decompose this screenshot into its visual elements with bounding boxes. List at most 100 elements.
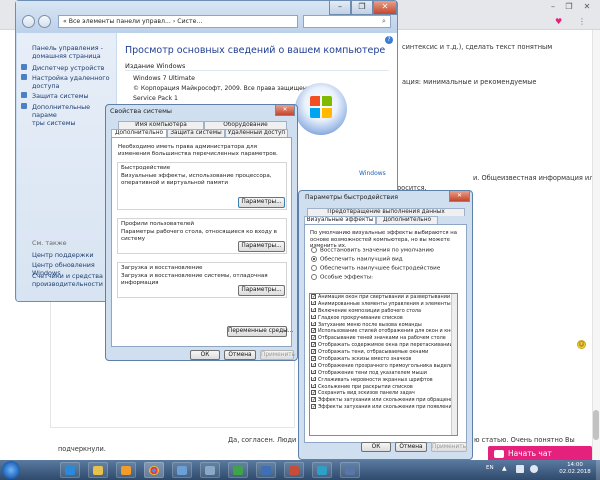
effect-option[interactable]: ✓ Отображать эскизы вместо значков (310, 356, 457, 363)
advanced-settings-link[interactable]: Дополнительные параме тры системы (32, 103, 116, 127)
effect-option[interactable]: ✓ Отображать тени, отбрасываемые окнами (310, 349, 457, 356)
control-panel-home-link[interactable]: Панель управления - домашняя страница (32, 44, 114, 60)
radio-button[interactable] (311, 247, 317, 253)
search-input[interactable] (303, 15, 391, 28)
ok-button[interactable]: ОК (190, 350, 220, 360)
perf-close-button[interactable]: ✕ (449, 191, 470, 202)
checkbox[interactable]: ✓ (311, 397, 316, 402)
taskbar-app[interactable] (284, 462, 304, 478)
checkbox[interactable]: ✓ (311, 307, 316, 313)
windows-link[interactable]: Windows (359, 170, 386, 177)
apply-button[interactable]: Применить (431, 442, 467, 452)
help-icon[interactable]: ? (385, 36, 393, 44)
radio-button[interactable] (311, 274, 317, 280)
startup-params-button[interactable]: Параметры... (238, 285, 285, 296)
profiles-params-button[interactable]: Параметры... (238, 241, 285, 252)
tab-computer-name[interactable]: Имя компьютера (118, 121, 204, 129)
show-desktop-button[interactable] (596, 460, 600, 480)
performance-link[interactable]: Счетчики и средства производительности (32, 272, 103, 288)
effect-option[interactable]: ✓ Скольжение при раскрытии списков (310, 383, 457, 391)
checkbox[interactable]: ✓ (311, 376, 316, 382)
browser-close-button[interactable]: ✕ (580, 2, 594, 12)
perf-params-button[interactable]: Параметры... (238, 197, 285, 208)
menu-icon[interactable]: ⋮ (578, 17, 588, 26)
bookmark-icon[interactable]: ♥ (555, 17, 565, 26)
cancel-button[interactable]: Отмена (224, 350, 256, 360)
effect-option[interactable]: ✓ Анимация окон при свертывании и разверт… (310, 294, 457, 301)
effect-option[interactable]: ✓ Отображение прозрачного прямоугольника … (310, 362, 457, 370)
checkbox[interactable]: ✓ (311, 300, 316, 306)
checkbox[interactable]: ✓ (311, 362, 316, 368)
effect-option[interactable]: ✓ Отображать содержимое окна при перетаск… (310, 342, 457, 349)
checkbox[interactable]: ✓ (311, 314, 316, 320)
taskbar-explorer[interactable] (88, 462, 108, 478)
tab-hardware[interactable]: Оборудование (204, 121, 287, 129)
radio-button[interactable] (311, 265, 317, 271)
effect-option[interactable]: ✓ Сглаживать неровности экранных шрифтов (310, 376, 457, 384)
checkbox[interactable]: ✓ (311, 328, 316, 333)
tab-advanced[interactable]: Дополнительно (111, 129, 167, 137)
device-manager-link[interactable]: Диспетчер устройств (32, 64, 104, 72)
address-bar[interactable]: « Все элементы панели управл... › Систе.… (58, 15, 298, 28)
taskbar-ie[interactable] (60, 462, 80, 478)
radio-button-selected[interactable] (311, 256, 317, 262)
list-scrollbar[interactable] (451, 294, 457, 435)
taskbar-app[interactable] (172, 462, 192, 478)
apply-button[interactable]: Применить (260, 350, 295, 360)
radio-best-appearance[interactable]: Обеспечить наилучший вид (311, 256, 403, 264)
browser-minimize-button[interactable]: – (546, 2, 560, 12)
effect-option[interactable]: ✓ Гладкое прокручивание списков (310, 314, 457, 322)
volume-icon[interactable] (530, 465, 538, 473)
sys-minimize-button[interactable]: – (329, 1, 351, 15)
checkbox[interactable]: ✓ (311, 356, 316, 361)
checkbox[interactable]: ✓ (311, 404, 316, 409)
taskbar-app[interactable] (312, 462, 332, 478)
effect-option[interactable]: ✓ Отбрасывание теней значками на рабочем … (310, 335, 457, 342)
taskbar-app[interactable] (340, 462, 360, 478)
radio-custom[interactable]: Особые эффекты: (311, 274, 373, 282)
effect-option[interactable]: ✓ Сохранить вид эскизов панели задач (310, 390, 457, 397)
effect-option[interactable]: ✓ Анимированные элементы управления и эле… (310, 300, 457, 308)
taskbar-media[interactable] (116, 462, 136, 478)
start-button[interactable] (2, 461, 20, 479)
browser-maximize-button[interactable]: ❐ (562, 2, 576, 12)
scrollbar-thumb[interactable] (593, 410, 599, 440)
taskbar-chrome[interactable] (144, 462, 164, 478)
checkbox[interactable]: ✓ (311, 335, 316, 340)
radio-default[interactable]: Восстановить значения по умолчанию (311, 247, 434, 255)
effect-option[interactable]: ✓ Отображение тени под указателем мыши (310, 369, 457, 377)
network-icon[interactable] (516, 465, 524, 473)
effect-option[interactable]: ✓ Эффекты затухания или скольжения при по… (310, 404, 457, 411)
effects-list[interactable]: ✓ Анимация окон при свертывании и разверт… (309, 293, 458, 436)
checkbox[interactable]: ✓ (311, 294, 316, 299)
cancel-button[interactable]: Отмена (395, 442, 427, 452)
tab-advanced[interactable]: Дополнительно (376, 216, 438, 224)
forward-button[interactable] (38, 15, 51, 28)
checkbox[interactable]: ✓ (311, 390, 316, 395)
tray-arrow-icon[interactable]: ▲ (502, 465, 507, 472)
tab-system-protection[interactable]: Защита системы (167, 129, 225, 137)
checkbox[interactable]: ✓ (311, 383, 316, 389)
clock[interactable]: 14:00 02.02.2018 (556, 462, 594, 476)
tab-remote[interactable]: Удаленный доступ (225, 129, 288, 137)
effect-option[interactable]: ✓ Затухание меню после вызова команды (310, 321, 457, 329)
system-protection-link[interactable]: Защита системы (32, 92, 89, 100)
action-center-link[interactable]: Центр поддержки (32, 251, 94, 259)
remote-settings-link[interactable]: Настройка удаленного доступа (32, 74, 110, 90)
effect-option[interactable]: ✓ Включение композиции рабочего стола (310, 307, 457, 315)
tab-dep[interactable]: Предотвращение выполнения данных (307, 208, 465, 216)
sys-maximize-button[interactable]: ❐ (351, 1, 373, 15)
taskbar-app[interactable] (256, 462, 276, 478)
back-button[interactable] (22, 15, 35, 28)
checkbox[interactable]: ✓ (311, 349, 316, 354)
browser-scrollbar[interactable] (592, 30, 600, 460)
effect-option[interactable]: ✓ Эффекты затухания или скольжения при об… (310, 397, 457, 404)
taskbar-app[interactable] (228, 462, 248, 478)
taskbar-app[interactable] (200, 462, 220, 478)
sys-close-button[interactable]: ✕ (373, 1, 397, 15)
effect-option[interactable]: ✓ Использование стилей отображения для ок… (310, 328, 457, 335)
radio-best-performance[interactable]: Обеспечить наилучшее быстродействие (311, 265, 440, 273)
checkbox[interactable]: ✓ (311, 369, 316, 375)
ok-button[interactable]: ОК (361, 442, 391, 452)
env-vars-button[interactable]: Переменные среды... (227, 326, 293, 337)
